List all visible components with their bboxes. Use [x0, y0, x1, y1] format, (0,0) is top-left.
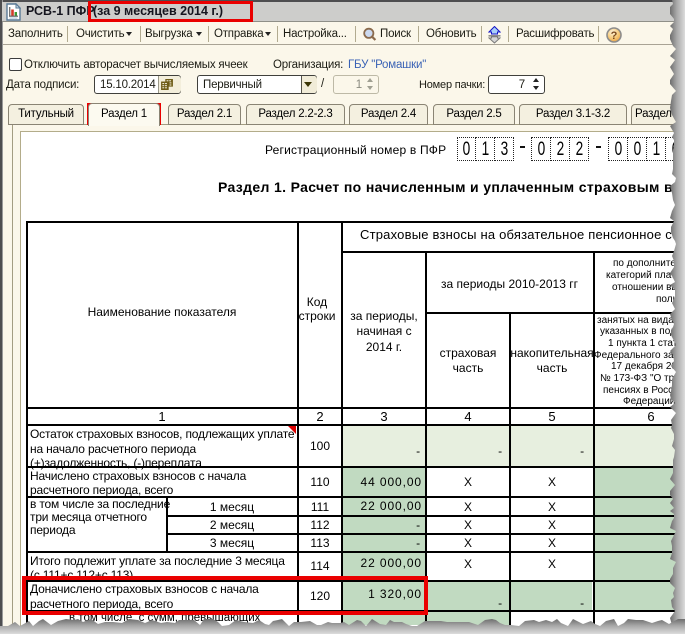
svg-text:?: ? [611, 30, 618, 42]
